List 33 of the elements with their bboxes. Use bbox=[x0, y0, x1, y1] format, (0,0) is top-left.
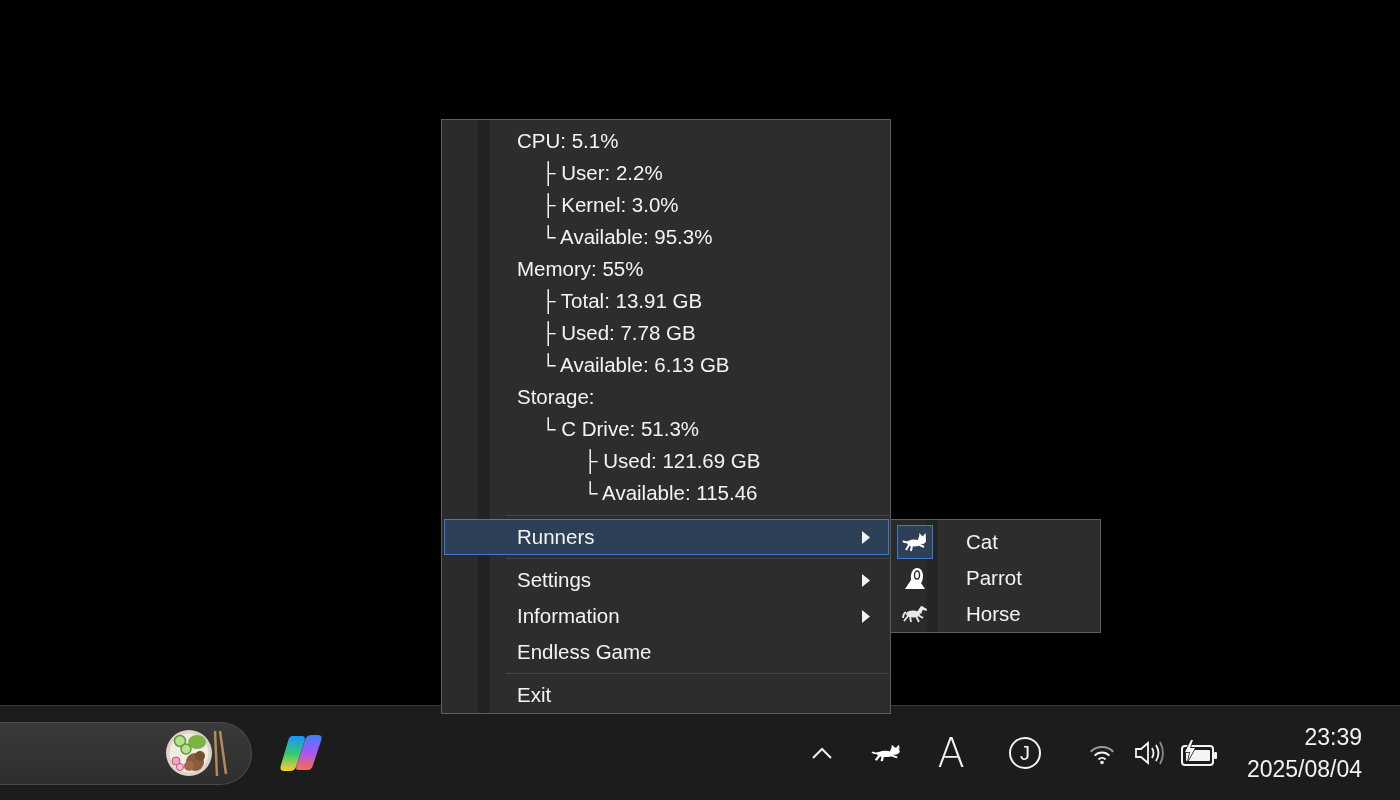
stat-line: └ Available: 6.13 GB bbox=[541, 353, 730, 377]
submenu-item[interactable]: Horse bbox=[891, 596, 1100, 632]
stat-line: ├ User: 2.2% bbox=[541, 161, 663, 185]
submenu-arrow-icon bbox=[862, 530, 870, 544]
menu-item[interactable]: Information bbox=[444, 598, 889, 634]
running-cat-icon[interactable] bbox=[870, 743, 902, 763]
menu-item[interactable]: Settings bbox=[444, 562, 889, 598]
submenu-arrow-icon bbox=[862, 573, 870, 587]
battery-charging-icon[interactable] bbox=[1180, 739, 1219, 767]
tray-app-button[interactable]: J bbox=[1008, 737, 1041, 769]
speaker-icon[interactable] bbox=[1132, 739, 1165, 767]
search-field[interactable] bbox=[0, 721, 252, 785]
clock-button[interactable]: 23:39 2025/08/04 bbox=[1246, 721, 1362, 785]
stat-line: ├ Used: 121.69 GB bbox=[583, 449, 761, 473]
menu-item[interactable]: Runners bbox=[444, 519, 889, 555]
stat-line: └ C Drive: 51.3% bbox=[541, 417, 700, 441]
stat-line: ├ Total: 13.91 GB bbox=[541, 289, 703, 313]
chevron-up-icon[interactable] bbox=[810, 746, 833, 760]
input-mode-indicator[interactable]: A bbox=[937, 733, 965, 773]
stat-line: Memory: 55% bbox=[517, 257, 644, 281]
stat-line: └ Available: 115.46 bbox=[583, 481, 758, 505]
submenu-arrow-icon bbox=[862, 609, 870, 623]
menu-item[interactable]: Exit bbox=[444, 677, 889, 713]
food-bowl-icon bbox=[165, 728, 229, 778]
stat-line: ├ Used: 7.78 GB bbox=[541, 321, 696, 345]
stat-line: ├ Kernel: 3.0% bbox=[541, 193, 679, 217]
stat-line: └ Available: 95.3% bbox=[541, 225, 713, 249]
ribbon-logo-icon[interactable] bbox=[278, 732, 324, 774]
stat-line: CPU: 5.1% bbox=[517, 129, 619, 153]
stat-line: Storage: bbox=[517, 385, 595, 409]
menu-item[interactable]: Endless Game bbox=[444, 634, 889, 670]
submenu-item[interactable]: Parrot bbox=[891, 560, 1100, 596]
submenu-item[interactable]: Cat bbox=[891, 524, 1100, 560]
